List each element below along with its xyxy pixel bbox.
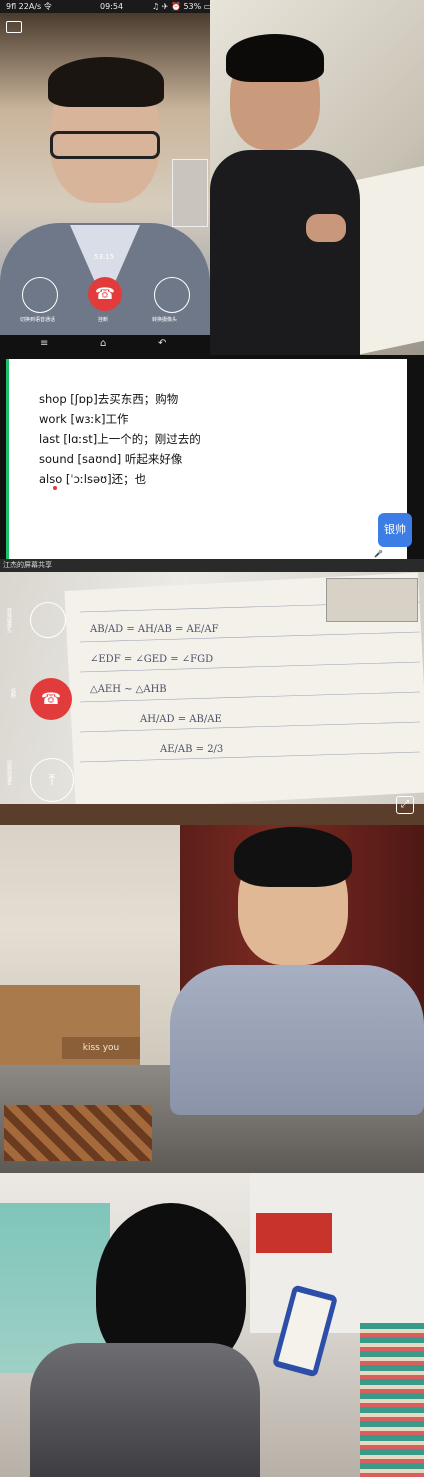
svg-text:AH/AD = AB/AE: AH/AD = AB/AE xyxy=(139,714,222,725)
homework-video-call: AB/AD = AH/AB = AE/AF ∠EDF = ∠GED = ∠FGD… xyxy=(0,572,424,825)
speaker-name: 🎤杨银帅 xyxy=(374,550,404,558)
student-pajamas xyxy=(170,965,424,1115)
home-icon[interactable]: ⌂ xyxy=(100,338,106,349)
switch-audio-button[interactable]: ⤒ xyxy=(30,758,74,802)
hangup-button[interactable]: ☎ xyxy=(88,277,122,311)
teacher-hair xyxy=(48,57,164,107)
status-time: 09:54 xyxy=(100,2,124,11)
self-preview[interactable] xyxy=(326,578,418,622)
student-desk-photo: kiss you xyxy=(0,825,424,1173)
expand-icon[interactable]: ⤢ xyxy=(396,796,414,814)
remote-video: 53:15 ☎ 切换到语音通话 挂断 转换摄像头 xyxy=(0,13,210,335)
student-hair xyxy=(234,827,352,887)
svg-text:AB/AD = AH/AB = AE/AF: AB/AD = AH/AB = AE/AF xyxy=(89,624,219,635)
hangup-label: 挂断 xyxy=(98,317,109,323)
student-hair xyxy=(226,34,324,82)
svg-text:AE/AB = 2/3: AE/AB = 2/3 xyxy=(159,744,223,755)
switch-audio-button[interactable] xyxy=(22,277,58,313)
menu-icon[interactable]: ≡ xyxy=(40,338,48,349)
cursor-dot xyxy=(53,486,57,490)
self-preview[interactable] xyxy=(172,159,208,227)
switch-audio-label: 切换到语音通话 xyxy=(20,317,56,323)
student-photo-writing xyxy=(210,0,424,355)
switch-camera-label: 转换摄像头 xyxy=(152,317,178,323)
vocab-line: sound [saʊnd] 听起来好像 xyxy=(39,452,183,466)
switch-camera-label: 转换摄像头 xyxy=(6,608,12,633)
android-nav-bar: ≡ ⌂ ↶ xyxy=(0,335,210,355)
sign-board: kiss you xyxy=(62,1037,140,1059)
bookshelf xyxy=(250,1173,424,1333)
vocab-line: work [wɜːk]工作 xyxy=(39,412,129,426)
student-hand xyxy=(306,214,346,242)
status-icons: ♫ ✈ ⏰ 53% ▭ xyxy=(152,2,212,11)
svg-text:∠EDF = ∠GED = ∠FGD: ∠EDF = ∠GED = ∠FGD xyxy=(90,654,213,665)
hangup-label: 挂断 xyxy=(10,688,16,698)
red-box xyxy=(256,1213,332,1253)
status-signal: 9fl 22A/s 令 xyxy=(6,2,52,11)
vocab-line: last [lɑːst]上一个的；刚过去的 xyxy=(39,432,201,446)
vocab-line: shop [ʃɒp]去买东西；购物 xyxy=(39,392,179,406)
hangup-button[interactable]: ☎ xyxy=(30,678,72,720)
call-duration: 53:15 xyxy=(94,253,115,261)
speaker-name-text: 杨银帅 xyxy=(382,550,404,558)
vocab-slide: shop [ʃɒp]去买东西；购物 work [wɜːk]工作 last [lɑ… xyxy=(6,359,407,559)
student-body xyxy=(210,150,360,355)
student-shirt xyxy=(30,1343,260,1477)
minimize-icon[interactable] xyxy=(6,21,22,33)
woven-mat xyxy=(4,1105,152,1161)
svg-text:△AEH ∼ △AHB: △AEH ∼ △AHB xyxy=(90,684,167,695)
switch-camera-button[interactable] xyxy=(154,277,190,313)
sharer-label: 江杰的屏幕共享 xyxy=(0,559,424,572)
speaker-avatar[interactable]: 银帅 xyxy=(378,513,412,547)
screen-share: shop [ʃɒp]去买东西；购物 work [wɜːk]工作 last [lɑ… xyxy=(0,355,424,572)
video-call-screen: 9fl 22A/s 令 09:54 ♫ ✈ ⏰ 53% ▭ 53:15 ☎ 切换… xyxy=(0,0,424,355)
switch-camera-button[interactable] xyxy=(30,602,66,638)
vocab-line: also [ˈɔːlsəʊ]还；也 xyxy=(39,472,147,486)
glasses-icon xyxy=(50,131,160,159)
back-icon[interactable]: ↶ xyxy=(158,338,166,349)
student-phone-photo xyxy=(0,1173,424,1477)
switch-audio-label: 切换到语音 xyxy=(6,760,12,785)
books-stack xyxy=(360,1323,424,1477)
